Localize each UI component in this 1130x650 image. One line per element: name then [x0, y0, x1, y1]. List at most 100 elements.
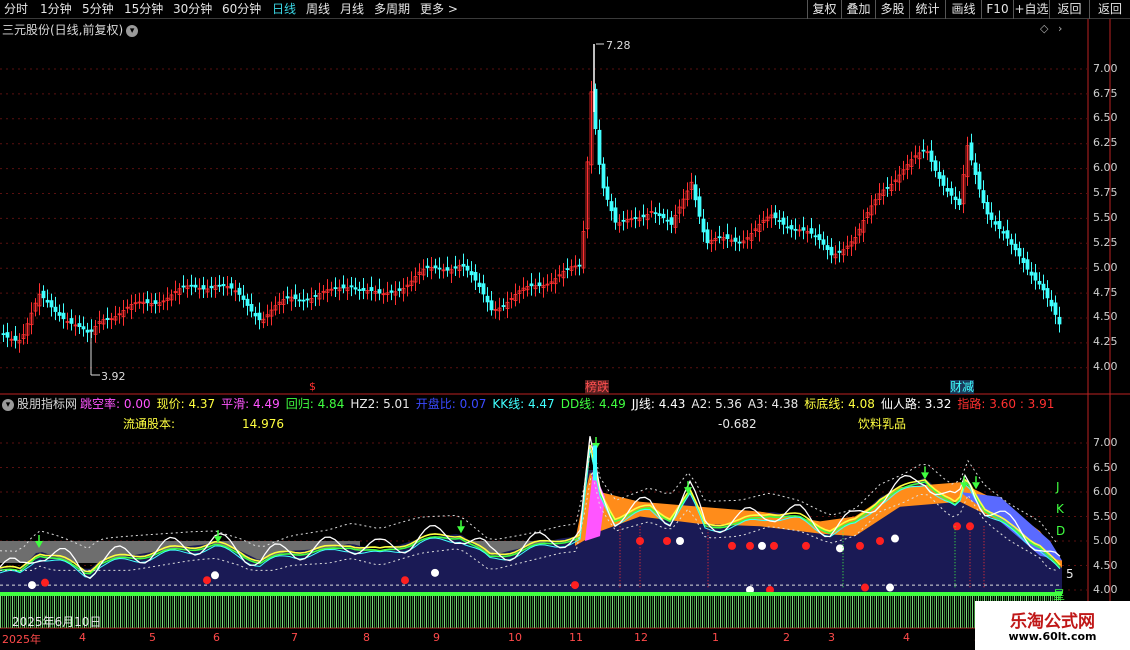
diamond-icon[interactable]: ◇: [1040, 22, 1048, 35]
volume-bar: [122, 596, 123, 628]
candle-body: [145, 299, 150, 304]
volume-bar: [490, 596, 491, 628]
volume-bar: [324, 596, 325, 628]
event-marker[interactable]: 榜跌: [585, 380, 610, 394]
volume-bar: [880, 596, 881, 628]
volume-bar: [772, 596, 773, 628]
price-tick: 4.75: [1093, 286, 1118, 299]
line-tag: J: [1056, 480, 1060, 494]
event-marker[interactable]: $: [309, 380, 316, 394]
volume-bar: [4, 596, 5, 628]
candle-body: [501, 305, 506, 307]
volume-bar: [160, 596, 161, 628]
volume-bar: [112, 596, 113, 628]
stock-title-bar[interactable]: 三元股份(日线,前复权) ▾: [2, 21, 139, 38]
volume-bar: [810, 596, 811, 628]
volume-bar: [726, 596, 727, 628]
volume-bar: [520, 596, 521, 628]
volume-bar: [960, 596, 961, 628]
indicator-name[interactable]: 股朋指标网: [17, 397, 77, 411]
volume-bar: [662, 596, 663, 628]
candle-body: [1033, 272, 1038, 281]
volume-bar: [428, 596, 429, 628]
volume-bar: [920, 596, 921, 628]
volume-bar: [876, 596, 877, 628]
volume-bar: [964, 596, 965, 628]
volume-bar: [238, 596, 239, 628]
volume-bar: [114, 596, 115, 628]
volume-bar: [634, 596, 635, 628]
candle-body: [993, 221, 998, 225]
buy-arrow-icon: [972, 482, 980, 490]
volume-bar: [614, 596, 615, 628]
volume-bar: [546, 596, 547, 628]
volume-bar: [582, 596, 583, 628]
volume-bar: [8, 596, 9, 628]
volume-bar: [900, 596, 901, 628]
price-tick: 6.75: [1093, 87, 1118, 100]
volume-bar: [246, 596, 247, 628]
volume-bar: [262, 596, 263, 628]
chevron-down-icon[interactable]: ▾: [2, 399, 14, 411]
volume-bar: [176, 596, 177, 628]
volume-bar: [326, 596, 327, 628]
volume-bar: [508, 596, 509, 628]
volume-bar: [218, 596, 219, 628]
volume-bar: [210, 596, 211, 628]
indicator-values: 跳空率: 0.00 现价: 4.37 平滑: 4.49 回归: 4.84 HZ2: 5.…: [77, 397, 1054, 411]
price-tick: 6.50: [1093, 111, 1118, 124]
candle-body: [481, 283, 486, 295]
volume-bar: [434, 596, 435, 628]
kline-chart[interactable]: [0, 0, 1130, 650]
price-tick: 5.25: [1093, 236, 1118, 249]
indicator-item: 平滑: 4.49: [221, 397, 280, 411]
volume-bar: [124, 596, 125, 628]
indicator-tick: 7.00: [1093, 436, 1118, 449]
volume-bar: [330, 596, 331, 628]
candle-body: [313, 295, 318, 297]
candle-body: [809, 228, 814, 234]
chevron-right-icon[interactable]: ›: [1058, 22, 1062, 35]
volume-bar: [346, 596, 347, 628]
volume-bar: [808, 596, 809, 628]
event-marker[interactable]: 财减: [950, 380, 975, 394]
volume-bar: [388, 596, 389, 628]
volume-bar: [452, 596, 453, 628]
candle-body: [241, 295, 246, 300]
signal-dot: [861, 583, 869, 592]
volume-bar: [722, 596, 723, 628]
chevron-down-icon[interactable]: ▾: [126, 25, 139, 37]
candle-body: [473, 271, 478, 281]
volume-bar: [794, 596, 795, 628]
x-tick: 1: [712, 631, 719, 644]
candle-body: [209, 285, 214, 289]
candle-body: [821, 239, 826, 245]
volume-bar: [622, 596, 623, 628]
volume-bar: [580, 596, 581, 628]
candle-body: [733, 237, 738, 242]
volume-bar: [554, 596, 555, 628]
volume-bar: [456, 596, 457, 628]
volume-bar: [494, 596, 495, 628]
volume-bar: [806, 596, 807, 628]
candle-body: [221, 284, 226, 287]
volume-bar: [332, 596, 333, 628]
volume-bar: [278, 596, 279, 628]
volume-bar: [590, 596, 591, 628]
volume-bar: [300, 596, 301, 628]
volume-bar: [408, 596, 409, 628]
candle-body: [57, 312, 62, 316]
candle-body: [1013, 243, 1018, 251]
volume-bar: [148, 596, 149, 628]
candle-body: [825, 245, 830, 250]
volume-bar: [482, 596, 483, 628]
volume-bar: [688, 596, 689, 628]
volume-bar: [700, 596, 701, 628]
volume-bar: [260, 596, 261, 628]
volume-bar: [440, 596, 441, 628]
volume-bar: [802, 596, 803, 628]
volume-bar: [930, 596, 931, 628]
indicator-item: 仙人路: 3.32: [880, 397, 952, 411]
volume-bar: [308, 596, 309, 628]
volume-bar: [932, 596, 933, 628]
